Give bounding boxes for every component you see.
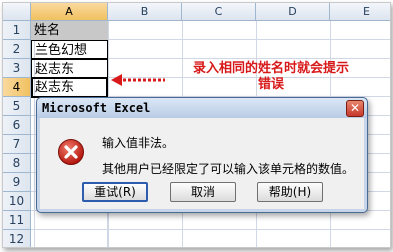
cancel-button[interactable]: 取消 (170, 182, 236, 202)
row-header-3[interactable]: 3 (3, 59, 31, 78)
row-header-12[interactable]: 12 (3, 230, 31, 247)
row-header-9[interactable]: 9 (3, 173, 31, 192)
row-header-1[interactable]: 1 (3, 21, 31, 40)
row-header-7[interactable]: 7 (3, 135, 31, 154)
error-icon (58, 139, 84, 165)
column-header-b[interactable]: B (108, 3, 182, 21)
annotation-line-1: 录入相同的姓名时就会提示 (192, 61, 349, 76)
column-header-a[interactable]: A (31, 3, 108, 21)
row-header-8[interactable]: 8 (3, 154, 31, 173)
error-message-detail: 其他用户已经限定了可以输入该单元格的数值。 (102, 162, 355, 176)
cell-a2[interactable]: 兰色幻想 (31, 40, 108, 59)
dialog-title: Microsoft Excel (42, 101, 151, 115)
column-header-d[interactable]: D (256, 3, 330, 21)
cell-a3[interactable]: 赵志东 (31, 59, 108, 78)
annotation-arrow-icon (111, 74, 165, 86)
row-header-4[interactable]: 4 (3, 78, 31, 97)
cell-a1[interactable]: 姓名 (31, 21, 108, 40)
row-header-10[interactable]: 10 (3, 192, 31, 211)
dialog-titlebar[interactable]: Microsoft Excel ✕ (37, 98, 367, 118)
excel-window: A B C D E 1 2 3 4 5 6 7 8 9 10 11 12 姓名 … (2, 2, 391, 248)
column-header-c[interactable]: C (182, 3, 256, 21)
row-header-11[interactable]: 11 (3, 211, 31, 230)
close-button[interactable]: ✕ (346, 100, 364, 117)
cell-a4-active[interactable]: 赵志东 (31, 77, 108, 98)
annotation-text: 录入相同的姓名时就会提示 错误 (166, 61, 376, 93)
row-header-5[interactable]: 5 (3, 97, 31, 116)
dialog-body: 输入值非法。 其他用户已经限定了可以输入该单元格的数值。 重试(R) 取消 帮助… (40, 118, 364, 209)
row-header-6[interactable]: 6 (3, 116, 31, 135)
annotation-line-2: 错误 (257, 77, 284, 92)
select-all-corner[interactable] (3, 3, 31, 21)
retry-button[interactable]: 重试(R) (82, 182, 148, 202)
error-message-title: 输入值非法。 (102, 136, 175, 150)
column-header-e[interactable]: E (330, 3, 390, 21)
row-header-2[interactable]: 2 (3, 40, 31, 59)
help-button[interactable]: 帮助(H) (257, 182, 323, 202)
error-dialog: Microsoft Excel ✕ 输入值非法。 其他用户已经限定了可以输入该单… (36, 97, 368, 213)
